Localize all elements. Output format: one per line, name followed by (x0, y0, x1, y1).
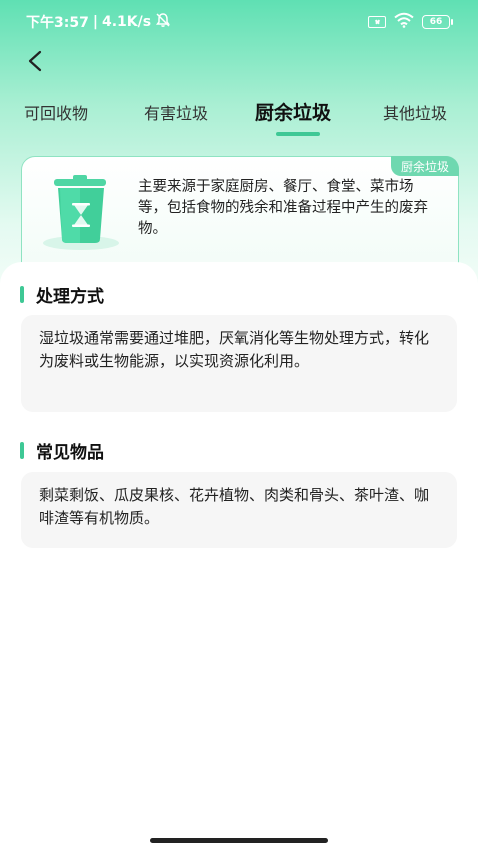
common-items-content-box: 剩菜剩饭、瓜皮果核、花卉植物、肉类和骨头、茶叶渣、咖啡渣等有机物质。 (21, 472, 457, 548)
category-tabs: 可回收物 有害垃圾 厨余垃圾 其他垃圾 (0, 92, 478, 142)
chevron-left-icon (28, 50, 42, 72)
status-divider: | (92, 14, 98, 30)
tab-kitchen-waste[interactable]: 厨余垃圾 (255, 98, 331, 125)
tab-recyclable[interactable]: 可回收物 (24, 100, 88, 124)
status-bar: 下午3:57 | 4.1K/s 66 (0, 0, 478, 44)
active-tab-indicator (276, 132, 320, 136)
treatment-content-box: 湿垃圾通常需要通过堆肥，厌氧消化等生物处理方式，转化为废料或生物能源，以实现资源… (21, 315, 457, 412)
home-indicator[interactable] (150, 838, 328, 843)
section-header-common-items: 常见物品 (20, 438, 104, 463)
status-net-speed: 4.1K/s (101, 14, 152, 30)
tab-hazardous[interactable]: 有害垃圾 (144, 100, 208, 124)
common-items-content: 剩菜剩饭、瓜皮果核、花卉植物、肉类和骨头、茶叶渣、咖啡渣等有机物质。 (39, 486, 430, 527)
section-accent-bar (20, 442, 24, 459)
treatment-content: 湿垃圾通常需要通过堆肥，厌氧消化等生物处理方式，转化为废料或生物能源，以实现资源… (39, 329, 430, 370)
section-title-common-items: 常见物品 (36, 443, 104, 463)
category-info-card: 厨余垃圾 主要来源于家庭厨房、餐厅、食堂、菜市场等，包括食物的残余和准备过程中产… (21, 156, 459, 276)
mute-bell-icon (155, 12, 171, 32)
category-description: 主要来源于家庭厨房、餐厅、食堂、菜市场等，包括食物的残余和准备过程中产生的废弃物… (138, 179, 428, 237)
status-time: 下午3:57 (26, 15, 89, 31)
kitchen-waste-bin-icon (40, 173, 122, 255)
tab-other-waste[interactable]: 其他垃圾 (383, 100, 447, 124)
wifi-icon (394, 12, 414, 32)
battery-icon: 66 (422, 15, 453, 29)
section-header-treatment: 处理方式 (20, 282, 104, 307)
section-accent-bar (20, 286, 24, 303)
detail-sheet: 处理方式 湿垃圾通常需要通过堆肥，厌氧消化等生物处理方式，转化为废料或生物能源，… (0, 262, 478, 850)
no-sim-icon (368, 16, 386, 28)
section-title-treatment: 处理方式 (36, 287, 104, 307)
back-button[interactable] (20, 46, 50, 76)
category-tag: 厨余垃圾 (390, 156, 459, 176)
